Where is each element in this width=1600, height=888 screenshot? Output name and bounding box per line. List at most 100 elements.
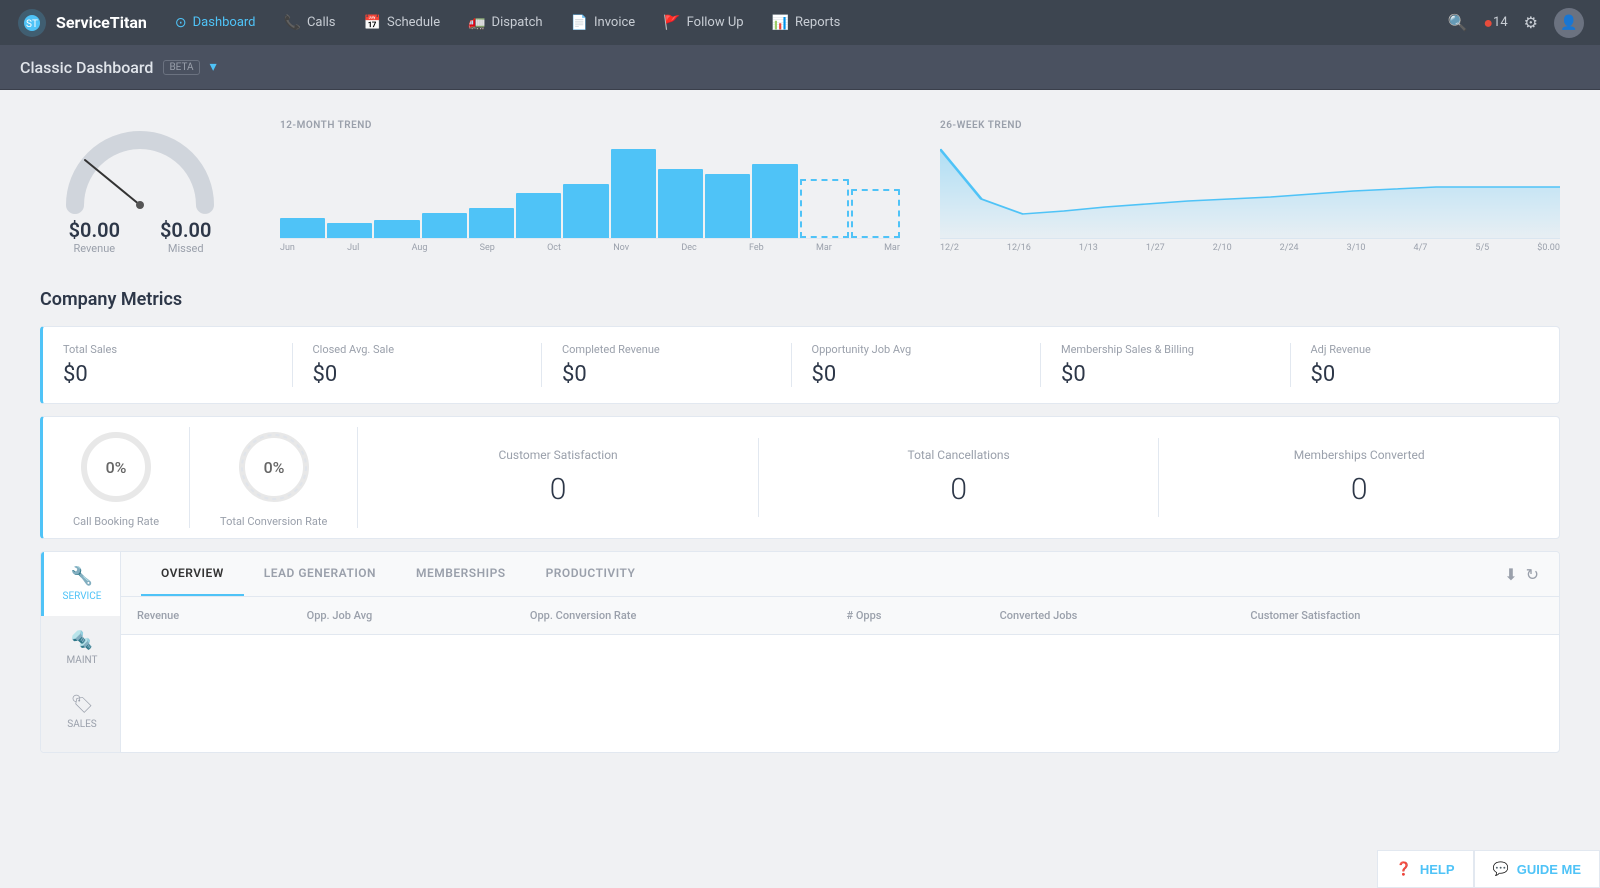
- gauge-chart: [60, 120, 220, 210]
- missed-value: $0.00 Missed: [160, 218, 211, 255]
- help-circle-icon: ❓: [1396, 861, 1412, 877]
- total-conversion-gauge: 0%: [234, 427, 314, 507]
- nav-item-calls[interactable]: 📞 Calls: [272, 0, 348, 45]
- customer-satisfaction-value: 0: [388, 472, 728, 507]
- col-opps: # Opps: [830, 597, 983, 635]
- nav-item-reports[interactable]: 📊 Reports: [760, 0, 853, 45]
- twelve-month-bars: [280, 139, 900, 239]
- twenty-six-week-chart: [940, 139, 1560, 239]
- notifications[interactable]: ● 14: [1483, 13, 1507, 33]
- metric-value: $0: [1311, 362, 1520, 387]
- missed-label: Missed: [160, 242, 211, 255]
- bar: [705, 174, 750, 238]
- service-icon: 🔧: [71, 566, 93, 587]
- nav-item-dashboard[interactable]: ⊙ Dashboard: [163, 0, 268, 45]
- sales-icon: 🏷: [71, 694, 94, 715]
- metric-membership-sales: Membership Sales & Billing $0: [1041, 343, 1291, 387]
- help-label: HELP: [1420, 862, 1455, 877]
- help-button[interactable]: ❓ HELP: [1377, 850, 1474, 888]
- bar: [611, 149, 656, 238]
- total-cancellations-value: 0: [789, 472, 1129, 507]
- bar: [658, 169, 703, 238]
- sub-header: Classic Dashboard BETA ▾: [0, 45, 1600, 90]
- metric-value: $0: [1061, 362, 1270, 387]
- page-title: Classic Dashboard: [20, 58, 153, 77]
- tab-bar: OVERVIEW LEAD GENERATION MEMBERSHIPS PRO…: [121, 552, 1559, 597]
- bar: [469, 208, 514, 238]
- service-label: SERVICE: [63, 591, 102, 602]
- svg-text:ST: ST: [26, 19, 38, 30]
- metric-value: $0: [63, 362, 272, 387]
- metric-value: $0: [812, 362, 1021, 387]
- nav-label-followup: Follow Up: [687, 15, 744, 30]
- chevron-down-icon[interactable]: ▾: [210, 59, 217, 75]
- call-booking-rate-section: 0% Call Booking Rate: [43, 427, 190, 528]
- gear-icon[interactable]: ⚙: [1524, 13, 1538, 32]
- nav-label-dashboard: Dashboard: [193, 15, 256, 30]
- call-booking-label: Call Booking Rate: [73, 515, 159, 528]
- revenue-amount: $0.00: [69, 218, 120, 242]
- call-booking-gauge: 0%: [76, 427, 156, 507]
- sidebar-item-sales[interactable]: 🏷 SALES: [41, 680, 120, 744]
- metrics-card-1: Total Sales $0 Closed Avg. Sale $0 Compl…: [40, 326, 1560, 404]
- nav-label-schedule: Schedule: [387, 15, 440, 30]
- revenue-label: Revenue: [69, 242, 120, 255]
- table-content: OVERVIEW LEAD GENERATION MEMBERSHIPS PRO…: [121, 552, 1559, 752]
- nav-label-calls: Calls: [307, 15, 336, 30]
- nav-item-dispatch[interactable]: 🚛 Dispatch: [456, 0, 554, 45]
- refresh-icon[interactable]: ↻: [1526, 565, 1539, 584]
- reports-icon: 📊: [772, 15, 789, 31]
- revenue-value: $0.00 Revenue: [69, 218, 120, 255]
- metric-closed-avg-sale: Closed Avg. Sale $0: [293, 343, 543, 387]
- help-bar: ❓ HELP 💬 GUIDE ME: [1377, 850, 1600, 888]
- twelve-month-x-labels: Jun Jul Aug Sep Oct Nov Dec Feb Mar Mar: [280, 243, 900, 253]
- tab-productivity[interactable]: PRODUCTIVITY: [526, 552, 656, 596]
- col-opp-conversion-rate: Opp. Conversion Rate: [514, 597, 831, 635]
- avatar[interactable]: 👤: [1554, 8, 1584, 38]
- total-conversion-value-text: 0%: [263, 458, 284, 477]
- logo: ST ServiceTitan: [16, 7, 147, 39]
- top-nav: ST ServiceTitan ⊙ Dashboard 📞 Calls 📅 Sc…: [0, 0, 1600, 45]
- data-table: Revenue Opp. Job Avg Opp. Conversion Rat…: [121, 597, 1559, 635]
- missed-amount: $0.00: [160, 218, 211, 242]
- metrics-card-2: 0% Call Booking Rate 0% Total Conver: [40, 416, 1560, 539]
- metrics-row-1: Total Sales $0 Closed Avg. Sale $0 Compl…: [43, 327, 1559, 403]
- nav-item-invoice[interactable]: 📄 Invoice: [559, 0, 648, 45]
- section-title-metrics: Company Metrics: [40, 289, 1560, 310]
- search-icon[interactable]: 🔍: [1447, 13, 1467, 32]
- twenty-six-week-x-labels: 12/2 12/16 1/13 1/27 2/10 2/24 3/10 4/7 …: [940, 243, 1560, 253]
- notification-count: 14: [1493, 15, 1508, 30]
- memberships-converted-section: Memberships Converted 0: [1159, 438, 1559, 517]
- nav-label-invoice: Invoice: [594, 15, 635, 30]
- metric-adj-revenue: Adj Revenue $0: [1291, 343, 1540, 387]
- nav-item-schedule[interactable]: 📅 Schedule: [352, 0, 453, 45]
- dashboard-icon: ⊙: [175, 15, 187, 31]
- sidebar-item-maint[interactable]: 🔩 MAINT: [41, 616, 120, 680]
- gauge-section: $0.00 Revenue $0.00 Missed 12-MONTH TREN…: [40, 110, 1560, 265]
- maint-label: MAINT: [66, 655, 97, 666]
- col-converted-jobs: Converted Jobs: [984, 597, 1235, 635]
- col-customer-satisfaction: Customer Satisfaction: [1234, 597, 1559, 635]
- nav-right: 🔍 ● 14 ⚙ 👤: [1447, 8, 1584, 38]
- nav-item-followup[interactable]: 🚩 Follow Up: [651, 0, 755, 45]
- bar: [422, 213, 467, 238]
- download-icon[interactable]: ⬇: [1504, 565, 1517, 584]
- gauge-container: $0.00 Revenue $0.00 Missed: [40, 120, 240, 255]
- sidebar-item-service[interactable]: 🔧 SERVICE: [41, 552, 120, 616]
- guide-button[interactable]: 💬 GUIDE ME: [1474, 850, 1600, 888]
- schedule-icon: 📅: [364, 15, 381, 31]
- customer-satisfaction-section: Customer Satisfaction 0: [358, 438, 759, 517]
- metric-completed-revenue: Completed Revenue $0: [542, 343, 792, 387]
- total-cancellations-label: Total Cancellations: [789, 448, 1129, 462]
- tab-memberships[interactable]: MEMBERSHIPS: [396, 552, 526, 596]
- maint-icon: 🔩: [71, 630, 93, 651]
- metric-label: Closed Avg. Sale: [313, 343, 522, 356]
- bar: [563, 184, 608, 238]
- col-revenue: Revenue: [121, 597, 291, 635]
- main-content: $0.00 Revenue $0.00 Missed 12-MONTH TREN…: [0, 90, 1600, 888]
- nav-label-dispatch: Dispatch: [492, 15, 543, 30]
- col-opp-job-avg: Opp. Job Avg: [291, 597, 514, 635]
- tab-lead-generation[interactable]: LEAD GENERATION: [244, 552, 396, 596]
- bar: [327, 223, 372, 238]
- tab-overview[interactable]: OVERVIEW: [141, 552, 244, 596]
